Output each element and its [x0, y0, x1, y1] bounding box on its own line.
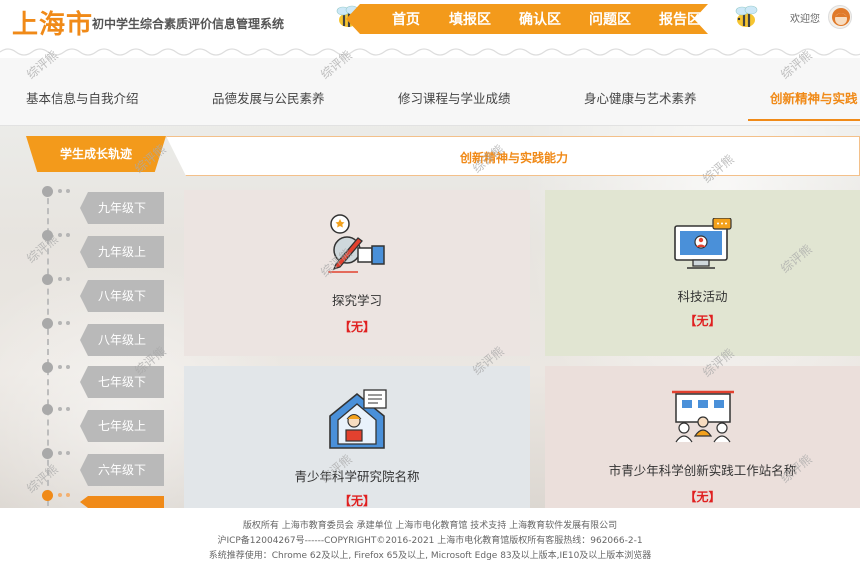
- card-inquiry-learning[interactable]: 探究学习 【无】: [184, 190, 530, 356]
- nav-fill[interactable]: 填报区: [449, 9, 491, 29]
- wave-divider: [0, 40, 860, 58]
- grade-7-first[interactable]: 七年级上: [80, 410, 164, 442]
- section-title: 创新精神与实践能力: [459, 151, 568, 165]
- grade-9-first[interactable]: 九年级上: [80, 236, 164, 268]
- home-study-icon: [329, 389, 387, 449]
- grade-8-second[interactable]: 八年级下: [80, 280, 164, 312]
- category-tabs: 基本信息与自我介绍 品德发展与公民素养 修习课程与学业成绩 身心健康与艺术素养 …: [0, 58, 860, 126]
- card-tech-activity[interactable]: 科技活动 【无】: [545, 190, 860, 356]
- timeline-dot-current: [42, 490, 53, 501]
- card-status: 【无】: [338, 494, 375, 508]
- nav-issues[interactable]: 问题区: [589, 9, 631, 29]
- tab-basic-info[interactable]: 基本信息与自我介绍: [26, 88, 139, 107]
- footer: 版权所有 上海市教育委员会 承建单位 上海市电化教育馆 技术支持 上海教育软件发…: [0, 508, 860, 563]
- card-title: 青少年科学研究院名称: [294, 469, 420, 484]
- tab-innovation[interactable]: 创新精神与实践: [770, 88, 858, 107]
- grade-7-second[interactable]: 七年级下: [80, 366, 164, 398]
- timeline-dot: [42, 274, 53, 285]
- active-tab-indicator: [748, 119, 860, 121]
- city-logo: 上海市: [12, 10, 94, 40]
- footer-icp: 沪ICP备12004267号------COPYRIGHT©2016-2021 …: [217, 536, 643, 546]
- grade-current[interactable]: [80, 496, 164, 508]
- card-status: 【无】: [684, 314, 721, 328]
- nav-report[interactable]: 报告区: [659, 9, 701, 29]
- header: 上海市 初中学生综合素质评价信息管理系统 首页 填报区 确认区 问题区 报告区 …: [0, 0, 860, 40]
- card-title: 探究学习: [331, 293, 382, 308]
- timeline-dot: [42, 230, 53, 241]
- card-title: 科技活动: [677, 289, 728, 304]
- welcome-text: 欢迎您: [790, 14, 820, 25]
- nav-confirm[interactable]: 确认区: [519, 9, 561, 29]
- nav-home[interactable]: 首页: [392, 9, 420, 29]
- timeline-dot: [42, 404, 53, 415]
- grade-6-second[interactable]: 六年级下: [80, 454, 164, 486]
- footer-copyright: 版权所有 上海市教育委员会 承建单位 上海市电化教育馆 技术支持 上海教育软件发…: [242, 521, 618, 531]
- grade-9-second[interactable]: 九年级下: [80, 192, 164, 224]
- tab-health-arts[interactable]: 身心健康与艺术素养: [584, 88, 697, 107]
- timeline-dot: [42, 186, 53, 197]
- tab-moral[interactable]: 品德发展与公民素养: [212, 88, 325, 107]
- timeline-dot: [42, 362, 53, 373]
- card-status: 【无】: [338, 320, 375, 334]
- timeline-dot: [42, 448, 53, 459]
- system-title: 初中学生综合素质评价信息管理系统: [92, 17, 285, 31]
- card-title: 市青少年科学创新实践工作站名称: [608, 463, 797, 478]
- user-avatar[interactable]: [828, 5, 852, 29]
- computer-presentation-icon: [673, 218, 732, 269]
- footer-browser-note: 系统推荐使用：Chrome 62及以上, Firefox 65及以上, Micr…: [208, 551, 652, 561]
- research-pen-icon: [328, 214, 385, 273]
- growth-track-title: 学生成长轨迹: [26, 136, 166, 172]
- tab-academics[interactable]: 修习课程与学业成绩: [398, 88, 511, 107]
- user-avatar-icon: [832, 8, 850, 26]
- card-status: 【无】: [684, 490, 721, 504]
- bee-icon: [735, 5, 758, 27]
- section-banner: 创新精神与实践能力: [166, 136, 860, 176]
- team-board-icon: [671, 390, 734, 443]
- grade-8-first[interactable]: 八年级上: [80, 324, 164, 356]
- timeline-dot: [42, 318, 53, 329]
